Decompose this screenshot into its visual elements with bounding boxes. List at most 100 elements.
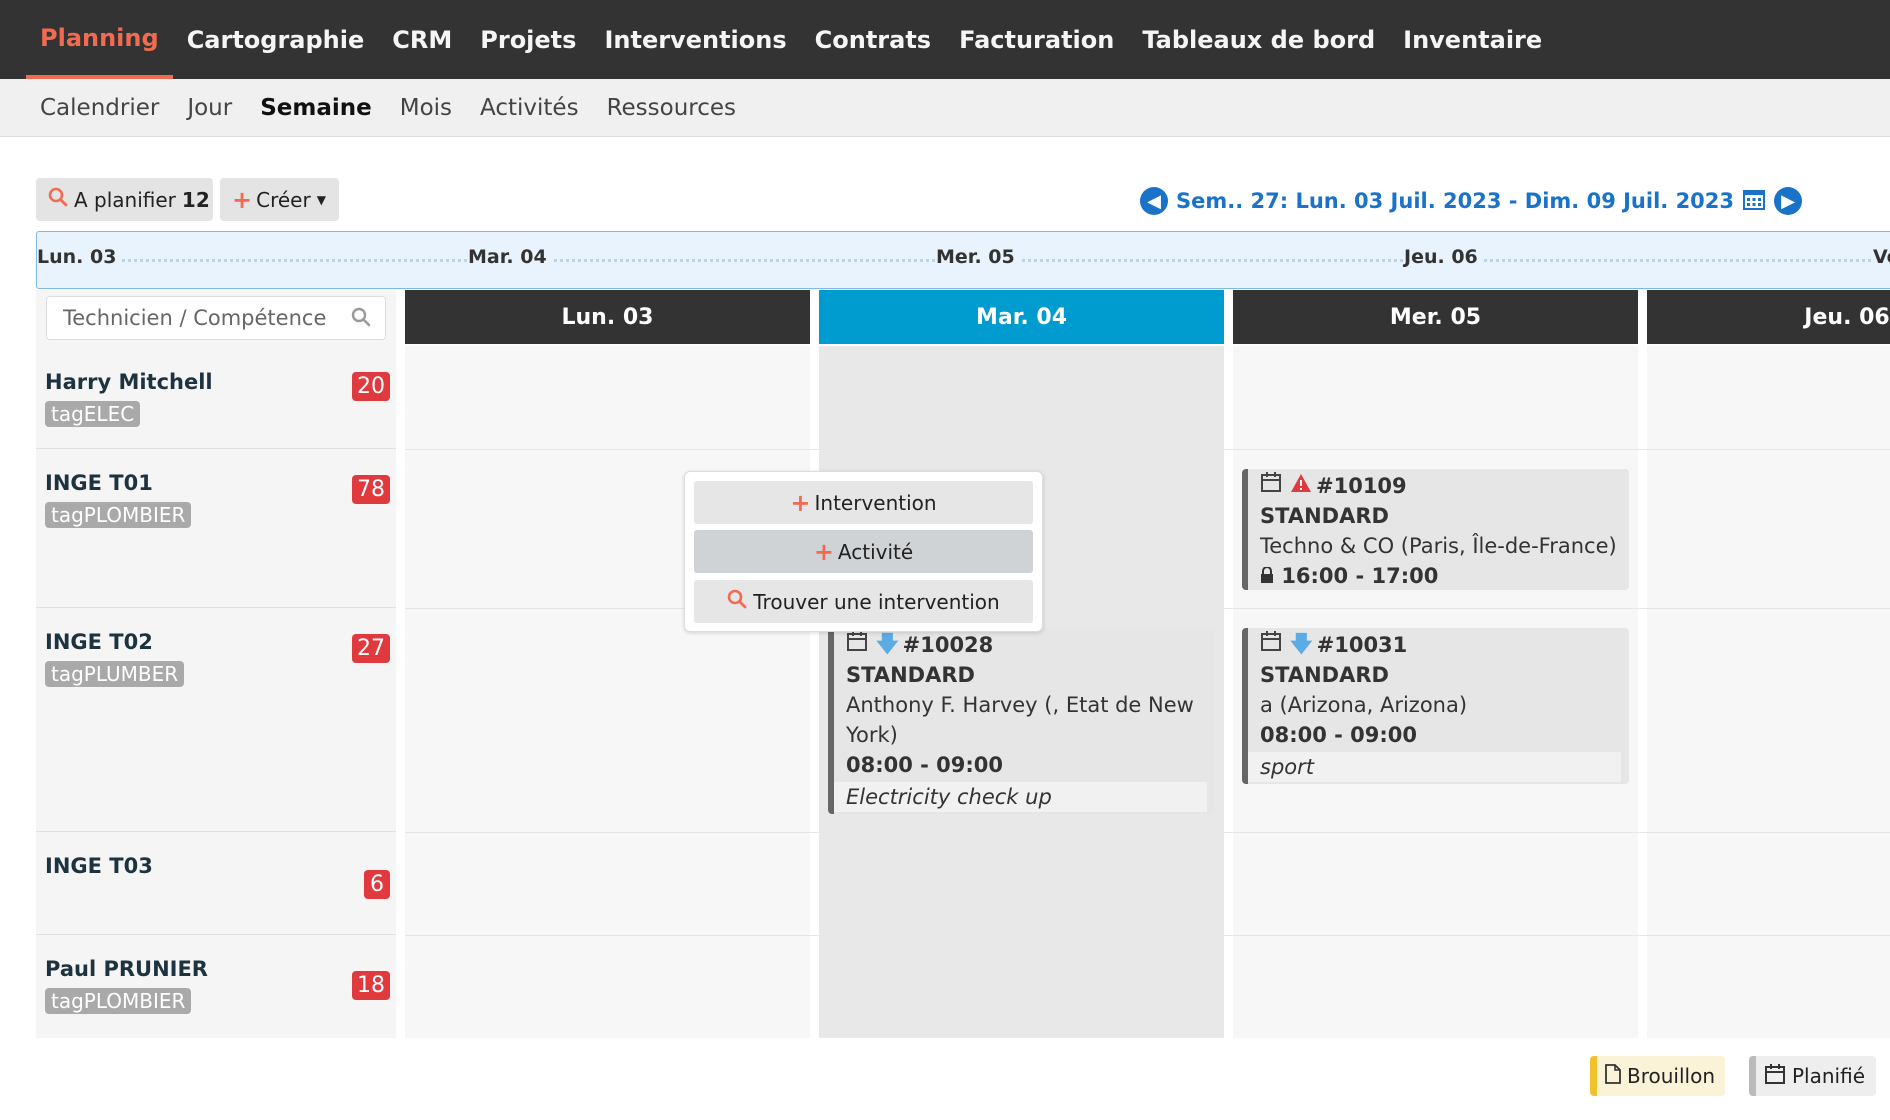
sub-navigation: Calendrier Jour Semaine Mois Activités R… <box>0 79 1890 137</box>
card-type: STANDARD <box>1260 663 1389 687</box>
nav-interventions[interactable]: Interventions <box>590 0 800 79</box>
a-planifier-label: A planifier <box>74 187 176 212</box>
plus-icon: + <box>790 488 811 517</box>
card-client: Techno & CO (Paris, Île-de-France) <box>1260 534 1617 558</box>
day-header-label: Jeu. 06 <box>1804 304 1890 330</box>
card-client: York) <box>846 723 898 747</box>
week-navigation: ◀ Sem.. 27: Lun. 03 Juil. 2023 - Dim. 09… <box>1140 183 1803 219</box>
intervention-card[interactable]: 🡇 #10031 STANDARD a (Arizona, Arizona) 0… <box>1242 628 1629 784</box>
previous-week-icon[interactable]: ◀ <box>1140 187 1168 215</box>
count-badge: 6 <box>364 870 390 899</box>
calendar-icon[interactable] <box>1742 187 1766 216</box>
technician-tag: tagPLUMBER <box>45 661 185 687</box>
technician-name: INGE T03 <box>45 854 153 878</box>
technician-tag: tagPLOMBIER <box>45 988 192 1014</box>
technician-row[interactable]: Harry Mitchell tagELEC 20 <box>36 346 396 449</box>
nav-crm[interactable]: CRM <box>378 0 466 79</box>
calendar-icon <box>1260 630 1282 660</box>
calendar-icon <box>846 630 868 660</box>
card-header: 🡇 #10031 <box>1260 630 1617 660</box>
card-client: Anthony F. Harvey (, Etat de New <box>846 693 1194 717</box>
technician-name: Paul PRUNIER <box>45 957 208 981</box>
subnav-calendrier[interactable]: Calendrier <box>26 79 173 137</box>
card-type: STANDARD <box>846 663 975 687</box>
row-divider <box>405 832 1890 833</box>
timeline-strip[interactable]: Lun. 03 Mar. 04 Mer. 05 Jeu. 06 Ve <box>36 231 1890 289</box>
nav-projets[interactable]: Projets <box>466 0 590 79</box>
count-badge: 27 <box>352 634 390 663</box>
row-divider <box>405 608 1890 609</box>
subnav-mois[interactable]: Mois <box>386 79 466 137</box>
find-intervention-button[interactable]: Trouver une intervention <box>694 580 1033 623</box>
day-header[interactable]: Jeu. 06 <box>1647 290 1890 344</box>
card-header: 🡇 #10028 <box>846 630 1203 660</box>
technician-row[interactable]: INGE T01 tagPLOMBIER 78 <box>36 449 396 608</box>
technician-name: Harry Mitchell <box>45 370 213 394</box>
technician-column: Technicien / Compétence Harry Mitchell t… <box>36 290 396 1038</box>
row-divider <box>405 935 1890 936</box>
day-header-today[interactable]: Mar. 04 <box>819 290 1224 344</box>
nav-planning[interactable]: Planning <box>26 0 173 79</box>
day-header[interactable]: Mer. 05 <box>1233 290 1638 344</box>
card-time: 08:00 - 09:00 <box>846 753 1004 777</box>
legend-planifie[interactable]: Planifié <box>1749 1056 1876 1096</box>
activite-label: Activité <box>837 539 914 564</box>
nav-cartographie[interactable]: Cartographie <box>173 0 379 79</box>
caret-down-icon: ▼ <box>316 192 326 207</box>
card-note: Electricity check up <box>834 782 1207 812</box>
creer-button[interactable]: + Créer ▼ <box>220 178 339 221</box>
card-id: #10109 <box>1316 474 1407 498</box>
calendar-icon <box>1260 471 1282 501</box>
technician-search-input[interactable]: Technicien / Compétence <box>46 296 386 340</box>
technician-name: INGE T01 <box>45 471 153 495</box>
search-icon <box>351 307 371 332</box>
timeline-label: Mer. 05 <box>936 246 1021 268</box>
create-activite-button[interactable]: + Activité <box>694 530 1033 573</box>
search-icon <box>727 589 747 614</box>
legend-label: Brouillon <box>1627 1064 1715 1088</box>
technician-row[interactable]: Paul PRUNIER tagPLOMBIER 18 <box>36 935 396 1038</box>
card-id: #10028 <box>902 633 994 657</box>
nav-facturation[interactable]: Facturation <box>945 0 1128 79</box>
card-type: STANDARD <box>1260 504 1389 528</box>
legend-brouillon[interactable]: Brouillon <box>1590 1056 1725 1096</box>
technician-tag: tagELEC <box>45 401 141 427</box>
intervention-card[interactable]: 🡇 #10028 STANDARD Anthony F. Harvey (, E… <box>828 628 1215 814</box>
timeline-label: Lun. 03 <box>37 246 123 268</box>
technician-row[interactable]: INGE T02 tagPLUMBER 27 <box>36 608 396 832</box>
card-time: 08:00 - 09:00 <box>1260 723 1418 747</box>
nav-contrats[interactable]: Contrats <box>801 0 945 79</box>
nav-tableaux-de-bord[interactable]: Tableaux de bord <box>1128 0 1389 79</box>
card-time-row: 16:00 - 17:00 <box>1260 561 1617 591</box>
file-icon <box>1605 1063 1621 1089</box>
card-client: a (Arizona, Arizona) <box>1260 693 1468 717</box>
row-divider <box>405 449 1890 450</box>
timeline-label: Mar. 04 <box>468 246 553 268</box>
technician-row[interactable]: INGE T03 6 <box>36 832 396 935</box>
day-header[interactable]: Lun. 03 <box>405 290 810 344</box>
arrow-down-icon: 🡇 <box>876 632 899 657</box>
top-navigation: Planning Cartographie CRM Projets Interv… <box>0 0 1890 79</box>
card-header: #10109 <box>1260 471 1617 501</box>
subnav-semaine[interactable]: Semaine <box>246 79 386 137</box>
nav-inventaire[interactable]: Inventaire <box>1389 0 1556 79</box>
count-badge: 20 <box>352 372 390 401</box>
card-note: sport <box>1248 752 1621 782</box>
intervention-card[interactable]: #10109 STANDARD Techno & CO (Paris, Île-… <box>1242 469 1629 590</box>
plus-icon: + <box>232 185 253 214</box>
subnav-activites[interactable]: Activités <box>466 79 593 137</box>
count-badge: 78 <box>352 475 390 504</box>
arrow-down-icon: 🡇 <box>1290 632 1313 657</box>
subnav-jour[interactable]: Jour <box>173 79 246 137</box>
warning-icon <box>1290 471 1312 501</box>
a-planifier-button[interactable]: A planifier 12 <box>36 178 213 221</box>
create-popup-menu: + Intervention + Activité Trouver une in… <box>684 471 1043 632</box>
search-icon <box>48 187 68 212</box>
next-week-icon[interactable]: ▶ <box>1774 187 1803 215</box>
search-placeholder: Technicien / Compétence <box>63 306 327 330</box>
create-intervention-button[interactable]: + Intervention <box>694 481 1033 524</box>
find-intervention-label: Trouver une intervention <box>753 589 1000 614</box>
a-planifier-count: 12 <box>181 187 210 212</box>
subnav-ressources[interactable]: Ressources <box>593 79 750 137</box>
calendar-icon <box>1764 1063 1786 1090</box>
